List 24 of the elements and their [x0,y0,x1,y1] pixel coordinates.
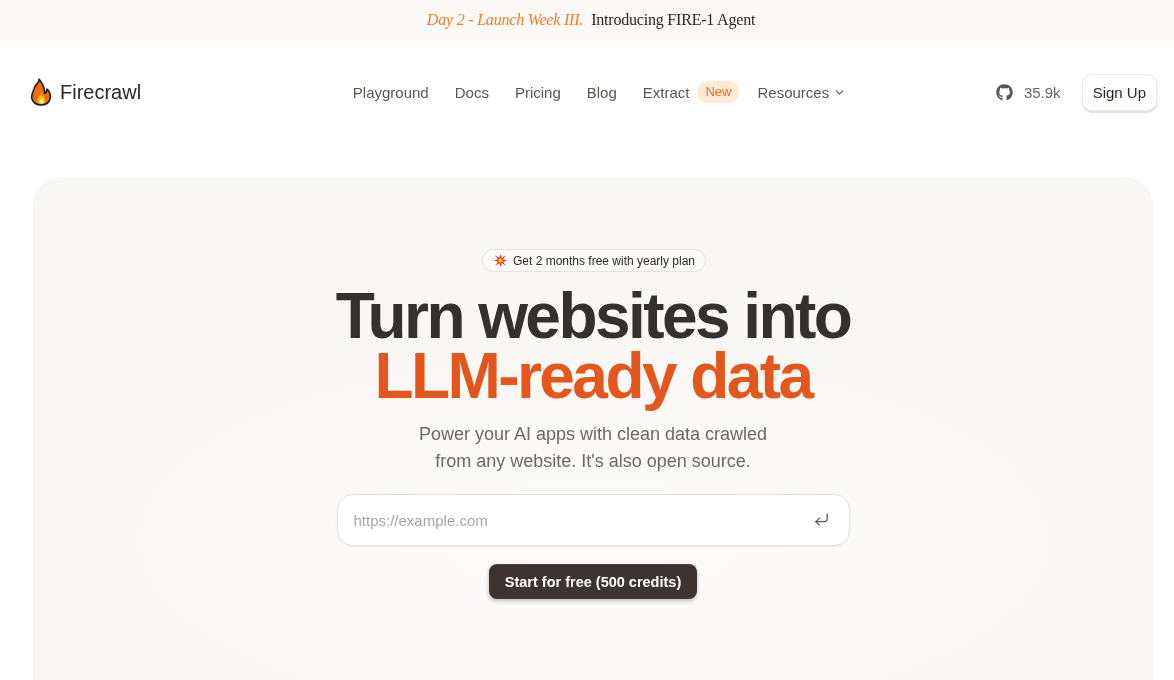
announcement-text: Introducing FIRE-1 Agent [591,11,756,29]
nav-link[interactable]: Docs [454,83,489,101]
nav-link[interactable]: Blog [586,83,617,101]
sign-up-button[interactable]: Sign Up [1081,73,1157,111]
hero-subtitle: Power your AI apps with clean data crawled from any website. It's also open source. [418,423,768,473]
new-badge: New [697,81,740,103]
github-stars-link[interactable]: 35.9k [995,83,1061,101]
enter-icon[interactable] [812,511,830,528]
nav-link[interactable]: Extract [642,83,690,101]
starburst-icon [493,254,507,267]
nav-link[interactable]: Pricing [514,83,561,101]
announcement-bar[interactable]: Day 2 - Launch Week III. Introducing FIRE-1 Agent [0,0,1174,40]
promo-pill[interactable]: Get 2 months free with yearly plan [481,249,707,272]
github-icon [995,83,1013,101]
promo-text: Get 2 months free with yearly plan [512,253,696,268]
hero-title: Turn websites into [335,286,851,346]
start-free-button[interactable]: Start for free (500 credits) [488,564,698,599]
announcement-highlight: Day 2 - Launch Week III. [426,11,584,29]
url-input-field[interactable]: https://example.com [336,494,850,546]
logo-text[interactable]: Firecrawl [60,80,142,104]
flame-icon [30,78,52,106]
hero-title-highlight: LLM-ready data [374,346,812,414]
nav-dropdown[interactable]: Resources [757,83,847,101]
nav-link[interactable]: Playground [352,83,429,101]
